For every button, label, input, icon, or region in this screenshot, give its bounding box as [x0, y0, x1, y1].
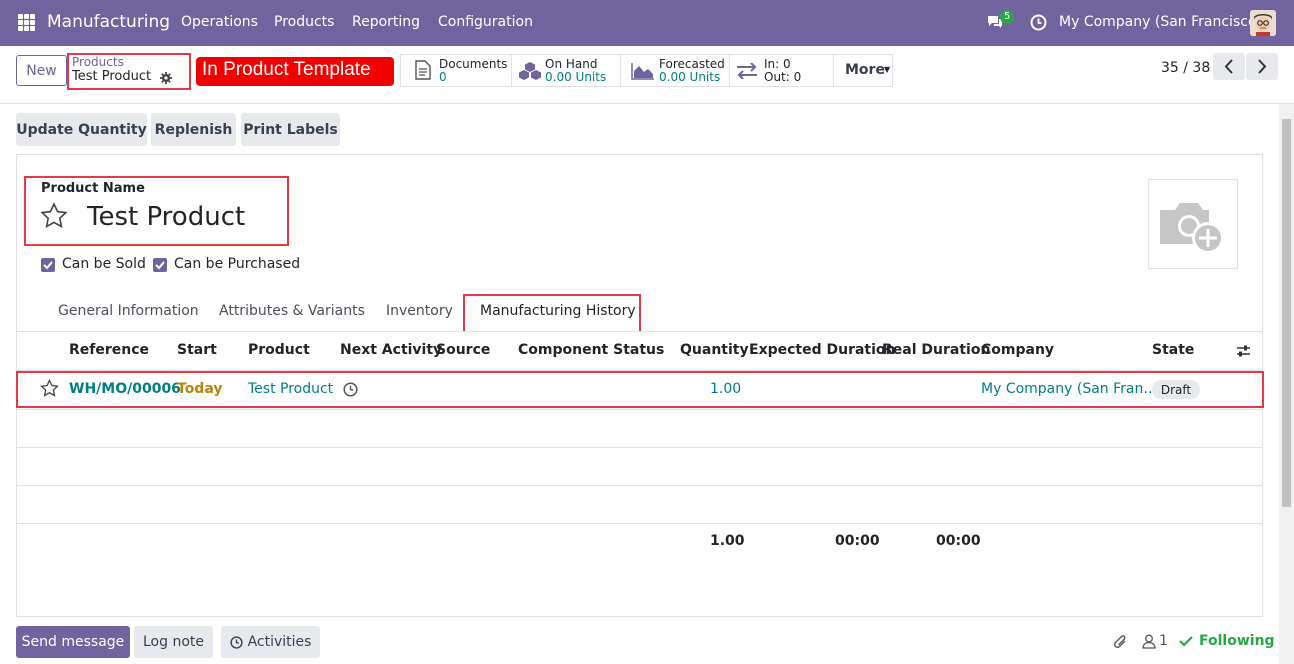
- area-chart-icon: [631, 63, 654, 80]
- documents-button[interactable]: Documents 0: [401, 55, 512, 86]
- row-divider: [17, 485, 1262, 486]
- status-badge: Draft: [1152, 380, 1200, 399]
- menu-reporting[interactable]: Reporting: [352, 14, 420, 30]
- chevron-right-icon: [1258, 59, 1267, 74]
- total-expected-duration: 00:00: [835, 533, 880, 549]
- column-real-duration[interactable]: Real Duration: [882, 342, 990, 358]
- breadcrumb-products[interactable]: Products: [72, 55, 124, 69]
- chevron-left-icon: [1224, 59, 1233, 74]
- smart-buttons: Documents 0 On Hand 0.00 Units Forecaste…: [400, 54, 893, 87]
- clock-icon: [229, 635, 243, 649]
- favorite-star-icon[interactable]: [40, 202, 68, 230]
- menu-operations[interactable]: Operations: [181, 14, 258, 30]
- column-reference[interactable]: Reference: [69, 342, 149, 358]
- can-be-purchased-label: Can be Purchased: [174, 256, 301, 272]
- exchange-icon: [737, 63, 757, 79]
- following-label: Following: [1199, 633, 1275, 649]
- message-count-badge: 5: [1000, 10, 1015, 24]
- control-panel: New Products Test Product In Product Tem…: [0, 46, 1294, 104]
- cell-start: Today: [177, 381, 223, 397]
- activity-clock-icon[interactable]: [1030, 14, 1047, 31]
- in-out-button[interactable]: In: 0 Out: 0: [730, 55, 834, 86]
- check-icon: [155, 261, 165, 270]
- send-message-button[interactable]: Send message: [16, 626, 130, 658]
- can-be-sold-label: Can be Sold: [62, 256, 146, 272]
- pager-next-button[interactable]: [1246, 53, 1278, 80]
- user-avatar[interactable]: [1250, 10, 1276, 36]
- column-source[interactable]: Source: [436, 342, 490, 358]
- column-product[interactable]: Product: [248, 342, 310, 358]
- tab-attributes-variants[interactable]: Attributes & Variants: [219, 303, 365, 319]
- more-button[interactable]: More ▼: [834, 55, 892, 86]
- activity-clock-icon[interactable]: [343, 382, 358, 397]
- column-quantity[interactable]: Quantity: [680, 342, 749, 358]
- annotation-label: In Product Template: [196, 57, 394, 86]
- menu-configuration[interactable]: Configuration: [438, 14, 533, 30]
- scrollbar-thumb[interactable]: [1282, 119, 1291, 507]
- menu-products[interactable]: Products: [274, 14, 334, 30]
- pager-value: 35 / 38: [1161, 60, 1211, 76]
- column-state[interactable]: State: [1152, 342, 1194, 358]
- document-icon: [415, 60, 431, 80]
- top-navbar: Manufacturing Operations Products Report…: [0, 0, 1294, 46]
- camera-plus-icon: [1160, 203, 1224, 254]
- tab-general-information[interactable]: General Information: [58, 303, 199, 319]
- column-component-status[interactable]: Component Status: [518, 342, 664, 358]
- follower-icon[interactable]: [1142, 634, 1156, 649]
- breadcrumb-current: Test Product: [72, 69, 152, 84]
- on-hand-button[interactable]: On Hand 0.00 Units: [512, 55, 621, 86]
- update-quantity-button[interactable]: Update Quantity: [16, 113, 147, 146]
- print-labels-button[interactable]: Print Labels: [241, 113, 340, 146]
- cell-company[interactable]: My Company (San Fran…: [981, 381, 1157, 397]
- cubes-icon: [519, 62, 541, 80]
- forecasted-button[interactable]: Forecasted 0.00 Units: [621, 55, 730, 86]
- product-name-field[interactable]: Test Product: [87, 202, 245, 232]
- can-be-purchased-checkbox[interactable]: [153, 258, 167, 272]
- column-start[interactable]: Start: [177, 342, 217, 358]
- column-next-activity[interactable]: Next Activity: [340, 342, 442, 358]
- caret-down-icon: ▼: [884, 65, 891, 74]
- column-company[interactable]: Company: [981, 342, 1054, 358]
- product-name-label: Product Name: [41, 181, 145, 196]
- pager-previous-button[interactable]: [1213, 53, 1245, 80]
- gear-icon[interactable]: [160, 72, 172, 84]
- total-real-duration: 00:00: [936, 533, 981, 549]
- tab-manufacturing-history[interactable]: Manufacturing History: [480, 303, 636, 319]
- product-image-upload[interactable]: [1148, 179, 1238, 269]
- cell-quantity: 1.00: [710, 381, 742, 397]
- cell-product[interactable]: Test Product: [248, 381, 333, 397]
- column-expected-duration[interactable]: Expected Duration: [749, 342, 896, 358]
- total-quantity: 1.00: [710, 533, 745, 549]
- paperclip-icon[interactable]: [1113, 634, 1129, 650]
- row-divider: [17, 409, 1262, 410]
- check-icon: [43, 261, 53, 270]
- following-button[interactable]: Following: [1179, 633, 1275, 649]
- tabs-divider: [16, 331, 1262, 332]
- tab-inventory[interactable]: Inventory: [386, 303, 453, 319]
- company-switcher[interactable]: My Company (San Francisco): [1059, 14, 1262, 30]
- follower-count[interactable]: 1: [1159, 633, 1168, 649]
- check-icon: [1179, 636, 1193, 647]
- activities-label: Activities: [247, 634, 312, 650]
- replenish-button[interactable]: Replenish: [151, 113, 236, 146]
- new-button[interactable]: New: [16, 55, 67, 86]
- priority-star-icon[interactable]: [40, 379, 59, 398]
- row-divider: [17, 523, 1262, 524]
- app-name[interactable]: Manufacturing: [47, 12, 170, 32]
- app-menu-icon[interactable]: [18, 14, 35, 31]
- log-note-button[interactable]: Log note: [134, 626, 213, 658]
- cell-reference: WH/MO/00006: [69, 381, 181, 397]
- row-divider: [17, 447, 1262, 448]
- activities-button[interactable]: Activities: [221, 626, 320, 658]
- optional-columns-icon[interactable]: [1236, 344, 1251, 358]
- can-be-sold-checkbox[interactable]: [41, 258, 55, 272]
